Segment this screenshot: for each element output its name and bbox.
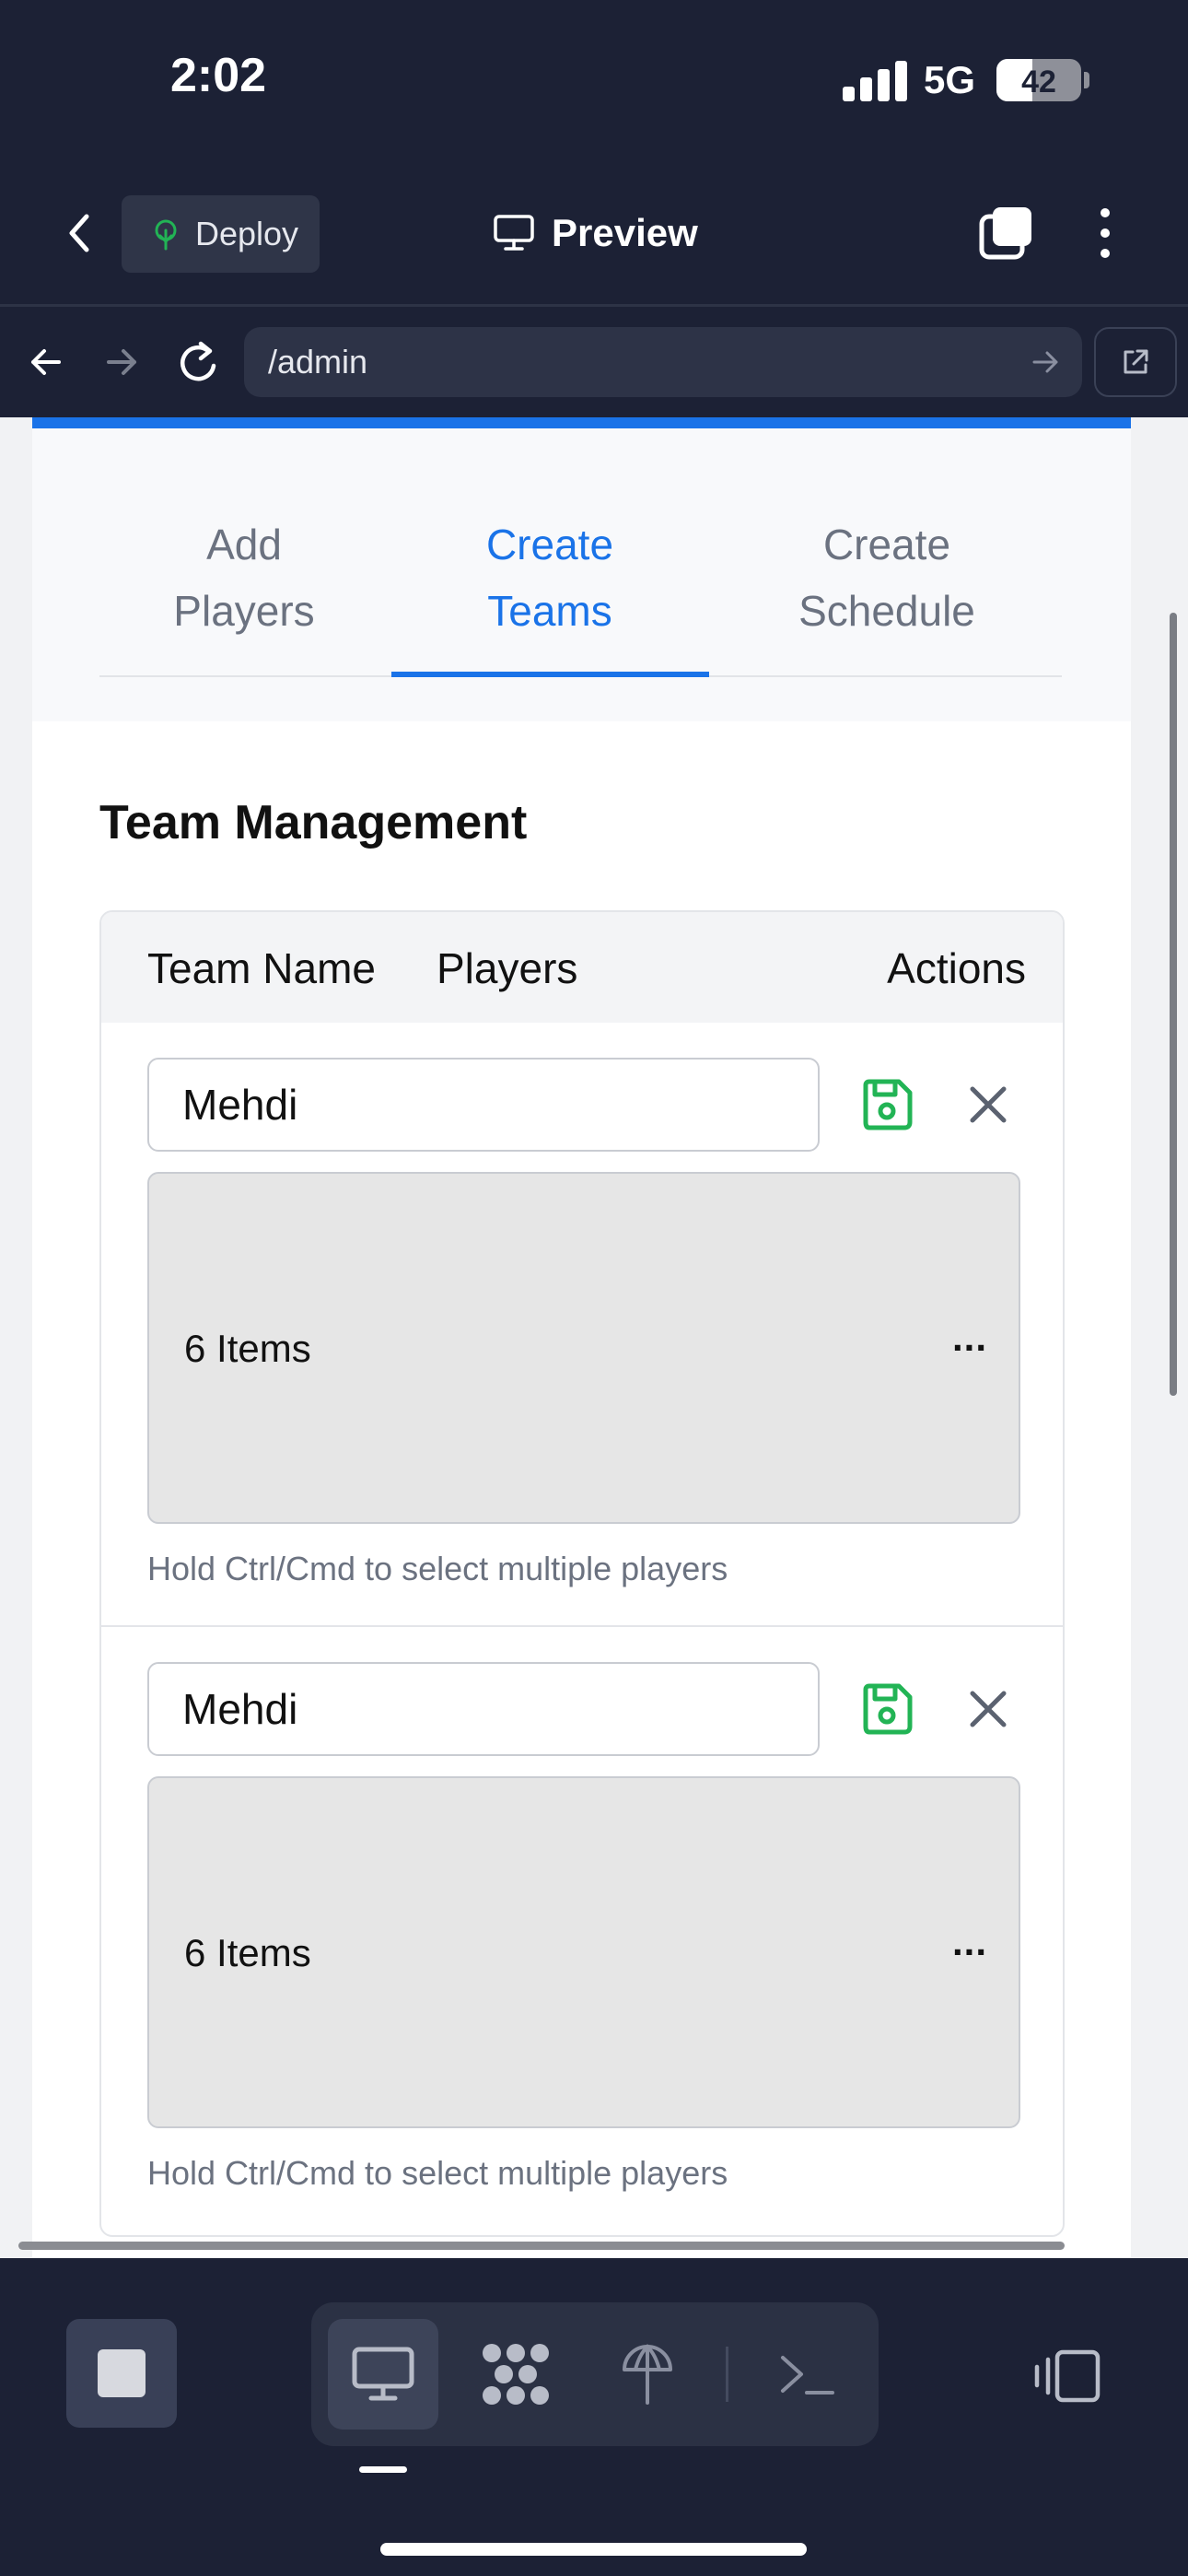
team-name-input[interactable]: Mehdi <box>147 1662 820 1756</box>
column-header-team-name: Team Name <box>147 944 376 992</box>
active-tab-indicator <box>391 672 709 677</box>
players-count: 6 Items <box>184 1931 311 1974</box>
browser-forward-button[interactable] <box>96 336 147 388</box>
players-multiselect[interactable]: 6 Items ... <box>147 1172 1020 1524</box>
multiselect-hint: Hold Ctrl/Cmd to select multiple players <box>147 1550 728 1587</box>
tab-create-schedule[interactable]: Create Schedule <box>735 511 1039 644</box>
preview-title: Preview <box>493 207 698 259</box>
tab-label-line: Players <box>173 587 315 635</box>
stop-button[interactable] <box>66 2319 177 2428</box>
browser-nav-bar: /admin <box>0 307 1188 417</box>
active-mode-indicator <box>359 2466 407 2473</box>
status-bar: 2:02 5G 42 <box>0 0 1188 157</box>
multiselect-hint: Hold Ctrl/Cmd to select multiple players <box>147 2154 728 2192</box>
tab-label-line: Create <box>485 521 614 568</box>
save-button[interactable] <box>858 1680 915 1738</box>
network-type: 5G <box>924 58 976 101</box>
go-arrow-icon[interactable] <box>1027 342 1064 382</box>
monitor-icon <box>494 215 534 251</box>
home-indicator[interactable] <box>380 2543 807 2556</box>
tab-label-line: Create <box>822 521 951 568</box>
more-options-icon[interactable]: ... <box>952 1920 987 1964</box>
save-button[interactable] <box>858 1076 915 1133</box>
deploy-label: Deploy <box>195 215 299 252</box>
column-header-actions: Actions <box>887 944 1026 992</box>
tab-label-line: Teams <box>487 587 612 635</box>
table-header: Team Name Players Actions <box>101 912 1063 1023</box>
terminal-icon <box>781 2356 834 2395</box>
terminal-button[interactable] <box>751 2319 862 2430</box>
table-row: Mehdi 6 Items ... Hold Ctrl/Cmd to selec… <box>101 1023 1063 1627</box>
close-icon <box>970 1086 1007 1123</box>
battery-cap <box>1084 72 1089 88</box>
players-multiselect[interactable]: 6 Items ... <box>147 1776 1020 2128</box>
tabs-button[interactable] <box>978 205 1035 261</box>
teams-table: Team Name Players Actions Mehdi 6 Items … <box>99 910 1065 2237</box>
layout-icon <box>1034 2349 1101 2403</box>
vertical-scrollbar[interactable] <box>1170 613 1177 1396</box>
desktop-mode-button[interactable] <box>328 2319 438 2430</box>
integrations-button[interactable] <box>460 2319 571 2430</box>
arrow-right-icon <box>107 349 136 375</box>
deploy-button[interactable]: Deploy <box>122 195 320 273</box>
network-icon <box>623 2344 672 2405</box>
more-menu-button[interactable] <box>1091 205 1119 261</box>
players-count: 6 Items <box>184 1327 311 1370</box>
battery-level: 42 <box>1021 64 1056 100</box>
deploy-icon <box>155 219 177 251</box>
card-accent-bar <box>32 417 1131 428</box>
save-icon <box>863 1079 913 1130</box>
team-name-value: Mehdi <box>182 1081 298 1129</box>
tab-bar: Add Players Create Teams Create Schedule <box>32 428 1131 721</box>
battery-icon: 42 <box>996 59 1081 101</box>
table-row: Mehdi 6 Items ... Hold Ctrl/Cmd to selec… <box>101 1627 1063 2231</box>
open-external-button[interactable] <box>1094 327 1177 397</box>
url-input[interactable]: /admin <box>244 327 1082 397</box>
preview-label: Preview <box>552 211 698 254</box>
tab-create-teams[interactable]: Create Teams <box>398 511 702 644</box>
arrow-left-icon <box>31 349 61 375</box>
section-title: Team Management <box>99 796 528 849</box>
tab-label-line: Schedule <box>798 587 975 635</box>
horizontal-scrollbar[interactable] <box>18 2242 1065 2250</box>
close-icon <box>970 1691 1007 1727</box>
save-icon <box>863 1683 913 1735</box>
integrations-icon <box>483 2344 549 2405</box>
chevron-left-icon <box>69 214 89 252</box>
team-name-value: Mehdi <box>182 1685 298 1733</box>
team-name-input[interactable]: Mehdi <box>147 1058 820 1152</box>
signal-icon <box>843 61 907 101</box>
external-link-icon <box>1124 349 1148 374</box>
more-vertical-icon <box>1101 208 1110 258</box>
tabs-icon <box>979 207 1031 260</box>
status-time: 2:02 <box>170 49 267 102</box>
bottom-dock <box>0 2258 1188 2576</box>
cancel-button[interactable] <box>961 1682 1015 1736</box>
network-button[interactable] <box>592 2319 703 2430</box>
reload-button[interactable] <box>173 334 225 390</box>
tab-add-players[interactable]: Add Players <box>92 511 396 644</box>
web-viewport: Add Players Create Teams Create Schedule… <box>0 417 1188 2258</box>
more-options-icon[interactable]: ... <box>952 1316 987 1360</box>
app-toolbar: Deploy Preview <box>0 180 1188 304</box>
browser-back-button[interactable] <box>20 336 72 388</box>
column-header-players: Players <box>437 944 578 992</box>
admin-card: Add Players Create Teams Create Schedule… <box>32 417 1131 2258</box>
cancel-button[interactable] <box>961 1078 1015 1131</box>
stop-icon <box>98 2349 146 2397</box>
layout-toggle-button[interactable] <box>1030 2347 1103 2406</box>
tab-label-line: Add <box>206 521 282 568</box>
reload-icon <box>181 341 216 381</box>
url-text: /admin <box>268 343 368 381</box>
mode-switcher <box>311 2302 879 2446</box>
back-button[interactable] <box>53 205 109 261</box>
monitor-icon <box>352 2347 414 2401</box>
mode-divider <box>726 2347 728 2402</box>
